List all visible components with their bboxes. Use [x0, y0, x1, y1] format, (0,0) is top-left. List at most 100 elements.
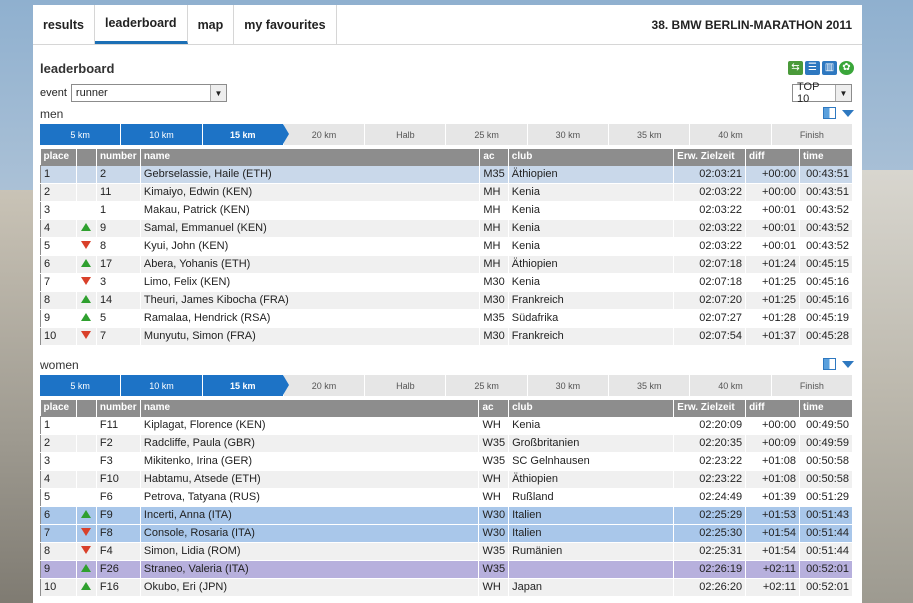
table-row[interactable]: 7 F8 Console, Rosaria (ITA) W30 Italien 02:25… [40, 524, 854, 543]
table-row[interactable]: 7 3 Limo, Felix (KEN) M30 Kenia 02:07:18 +01:2… [40, 273, 854, 292]
column-header-ac[interactable]: ac [478, 400, 510, 416]
split-tab-halb[interactable]: Halb [365, 124, 447, 145]
table-row[interactable]: 5 F6 Petrova, Tatyana (RUS) WH Rußland 02:24:… [40, 488, 854, 507]
table-row[interactable]: 9 5 Ramalaa, Hendrick (RSA) M35 Südafrika 02:… [40, 309, 854, 328]
table-row[interactable]: 8 F4 Simon, Lidia (ROM) W35 Rumänien 02:25:31… [40, 542, 854, 561]
split-tab-finish[interactable]: Finish [771, 375, 853, 396]
split-tab-finish[interactable]: Finish [771, 124, 853, 145]
table-row[interactable]: 4 9 Samal, Emmanuel (KEN) MH Kenia 02:03:22 +0… [40, 219, 854, 238]
chevron-down-icon[interactable]: ▼ [835, 85, 851, 101]
column-header-ac[interactable]: ac [479, 149, 509, 165]
column-header-trend[interactable] [76, 400, 97, 416]
column-header-time[interactable]: time [799, 400, 854, 416]
cell-name: Samal, Emmanuel (KEN) [140, 219, 481, 238]
table-row[interactable]: 2 11 Kimaiyo, Edwin (KEN) MH Kenia 02:03:22 +0… [40, 183, 854, 202]
column-header-place[interactable]: place [40, 149, 77, 165]
split-tab-35-km[interactable]: 35 km [609, 124, 691, 145]
cell-time: 00:43:51 [799, 165, 854, 184]
column-header-place[interactable]: place [40, 400, 77, 416]
trend-cell [76, 578, 97, 597]
column-header-number[interactable]: number [96, 149, 141, 165]
settings-wheel-icon[interactable]: ✿ [839, 61, 854, 75]
column-header-name[interactable]: name [140, 149, 481, 165]
split-tab-30-km[interactable]: 30 km [527, 124, 610, 145]
cell-name: Mikitenko, Irina (GER) [140, 452, 480, 471]
cell-time: 00:43:52 [799, 219, 854, 238]
table-row[interactable]: 3 F3 Mikitenko, Irina (GER) W35 SC Gelnhause… [40, 452, 854, 471]
cell-place: 4 [40, 470, 77, 489]
grid-toggle-icon[interactable] [823, 107, 836, 119]
table-row[interactable]: 1 F11 Kiplagat, Florence (KEN) WH Kenia 02:20… [40, 416, 854, 435]
cell-diff: +00:01 [745, 237, 800, 256]
table-row[interactable]: 1 2 Gebrselassie, Haile (ETH) M35 Äthiopien 0… [40, 165, 854, 184]
table-row[interactable]: 4 F10 Habtamu, Atsede (ETH) WH Äthiopien 02:2… [40, 470, 854, 489]
split-tab-20-km[interactable]: 20 km [283, 375, 366, 396]
arrow-down-icon [81, 277, 92, 285]
split-tab-30-km[interactable]: 30 km [527, 375, 610, 396]
split-tab-10-km[interactable]: 10 km [121, 375, 203, 396]
cell-name: Gebrselassie, Haile (ETH) [140, 165, 481, 184]
table-row[interactable]: 2 F2 Radcliffe, Paula (GBR) W35 Großbritanie… [40, 434, 854, 453]
table-row[interactable]: 5 8 Kyui, John (KEN) MH Kenia 02:03:22 +00:01 0… [40, 237, 854, 256]
column-header-erw-zielzeit[interactable]: Erw. Zielzeit [673, 400, 747, 416]
column-header-time[interactable]: time [799, 149, 854, 165]
cell-ac: WH [478, 488, 510, 507]
cell-diff: +00:09 [745, 434, 800, 453]
table-row[interactable]: 10 F16 Okubo, Eri (JPN) WH Japan 02:26:20 +02:… [40, 578, 854, 597]
chevron-down-icon[interactable]: ▼ [209, 85, 226, 101]
arrow-up-icon [81, 313, 92, 321]
split-tab-40-km[interactable]: 40 km [690, 124, 772, 145]
split-tab-40-km[interactable]: 40 km [690, 375, 772, 396]
table-row[interactable]: 6 F9 Incerti, Anna (ITA) W30 Italien 02:25:29… [40, 506, 854, 525]
cell-club: Südafrika [508, 309, 675, 328]
bike-runner-icon[interactable]: ⇆ [788, 61, 803, 75]
table-row[interactable]: 8 14 Theuri, James Kibocha (FRA) M30 Frankre… [40, 291, 854, 310]
split-tab-15-km[interactable]: 15 km [202, 375, 290, 396]
column-header-club[interactable]: club [508, 400, 675, 416]
tab-results[interactable]: results [33, 5, 95, 44]
cell-ac: WH [478, 416, 510, 435]
table-row[interactable]: 6 17 Abera, Yohanis (ETH) MH Äthiopien 02:07:… [40, 255, 854, 274]
cell-diff: +01:28 [745, 309, 800, 328]
column-header-diff[interactable]: diff [745, 400, 800, 416]
column-header-number[interactable]: number [96, 400, 141, 416]
cell-ac: MH [479, 201, 509, 220]
tab-map[interactable]: map [188, 5, 235, 44]
collapse-arrow-icon[interactable] [842, 109, 854, 117]
split-tab-5-km[interactable]: 5 km [40, 124, 122, 145]
split-tab-5-km[interactable]: 5 km [40, 375, 122, 396]
tab-my-favourites[interactable]: my favourites [234, 5, 337, 44]
table-row[interactable]: 3 1 Makau, Patrick (KEN) MH Kenia 02:03:22 +00… [40, 201, 854, 220]
cell-time: 00:45:16 [799, 291, 854, 310]
top-count-select[interactable]: TOP 10 ▼ [792, 81, 852, 105]
grid-toggle-icon[interactable] [823, 358, 836, 370]
split-tab-35-km[interactable]: 35 km [609, 375, 691, 396]
table-row[interactable]: 10 7 Munyutu, Simon (FRA) M30 Frankreich 02:0… [40, 327, 854, 346]
split-tab-15-km[interactable]: 15 km [202, 124, 290, 145]
event-select[interactable]: runner ▼ [70, 84, 227, 102]
split-tab-halb[interactable]: Halb [365, 375, 447, 396]
tab-leaderboard[interactable]: leaderboard [95, 5, 188, 44]
event-label: event [40, 87, 67, 99]
cell-name: Simon, Lidia (ROM) [140, 542, 480, 561]
column-header-club[interactable]: club [508, 149, 675, 165]
columns-view-icon[interactable]: ▥ [822, 61, 837, 75]
column-header-erw-zielzeit[interactable]: Erw. Zielzeit [673, 149, 747, 165]
cell-place: 4 [40, 219, 77, 238]
trend-cell [76, 452, 97, 471]
cell-number: 5 [96, 309, 141, 328]
collapse-arrow-icon[interactable] [842, 360, 854, 368]
column-header-name[interactable]: name [140, 400, 480, 416]
table-row[interactable]: 9 F26 Straneo, Valeria (ITA) W35 02:26:19 +02… [40, 560, 854, 579]
cell-erw-zielzeit: 02:03:22 [673, 237, 747, 256]
cell-erw-zielzeit: 02:24:49 [673, 488, 747, 507]
split-tab-20-km[interactable]: 20 km [283, 124, 366, 145]
split-tab-25-km[interactable]: 25 km [446, 124, 528, 145]
split-tab-10-km[interactable]: 10 km [121, 124, 203, 145]
column-header-trend[interactable] [76, 149, 97, 165]
list-view-icon[interactable]: ☰ [805, 61, 820, 75]
column-header-diff[interactable]: diff [745, 149, 800, 165]
split-tab-25-km[interactable]: 25 km [446, 375, 528, 396]
cell-place: 2 [40, 183, 77, 202]
cell-diff: +00:00 [745, 183, 800, 202]
